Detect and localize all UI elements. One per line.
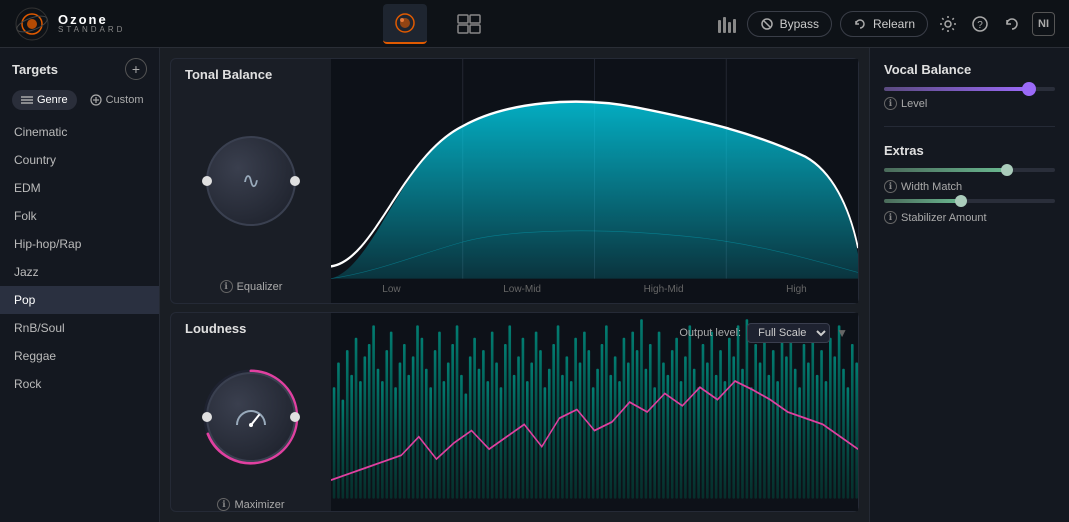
sidebar-item-edm[interactable]: EDM <box>0 174 159 202</box>
tab-custom[interactable]: Custom <box>81 90 153 110</box>
sidebar-item-cinematic[interactable]: Cinematic <box>0 118 159 146</box>
extras-title: Extras <box>884 143 1055 158</box>
bypass-button[interactable]: Bypass <box>747 11 832 37</box>
maximizer-info-icon[interactable]: ℹ <box>217 498 230 511</box>
equalizer-knob[interactable]: ∿ <box>206 136 296 226</box>
undo-icon[interactable] <box>1000 12 1024 36</box>
knob-dot-right <box>290 176 300 186</box>
ni-logo: NI <box>1032 12 1055 36</box>
sidebar-item-jazz[interactable]: Jazz <box>0 258 159 286</box>
section-divider <box>884 126 1055 127</box>
level-label: ℹ Level <box>884 97 1055 110</box>
topbar-right: Bypass Relearn ? <box>715 11 1069 37</box>
output-level-chevron: ▼ <box>836 326 848 340</box>
output-level-label: Output level: <box>679 327 741 339</box>
topbar-grid-btn[interactable] <box>447 4 491 44</box>
maximizer-dot-right <box>290 412 300 422</box>
knob-symbol: ∿ <box>242 168 260 194</box>
sidebar-item-hiphop[interactable]: Hip-hop/Rap <box>0 230 159 258</box>
stabilizer-thumb[interactable] <box>955 195 967 207</box>
main-layout: Targets + Genre Custom <box>0 48 1069 522</box>
settings-icon[interactable] <box>936 12 960 36</box>
equalizer-info-icon[interactable]: ℹ <box>220 280 233 293</box>
svg-text:?: ? <box>977 20 983 31</box>
tonal-chart-area: Low Low-Mid High-Mid High <box>331 59 858 303</box>
sidebar-item-country[interactable]: Country <box>0 146 159 174</box>
maximizer-knob[interactable] <box>206 372 296 462</box>
sidebar-list: Cinematic Country EDM Folk Hip-hop/Rap J… <box>0 118 159 522</box>
speedometer-icon <box>233 403 269 431</box>
meter-icon[interactable] <box>715 12 739 36</box>
sidebar-item-reggae[interactable]: Reggae <box>0 342 159 370</box>
loudness-chart-area: Output level: Full Scale -1 dBFS -2 dBFS… <box>331 313 858 511</box>
topbar-orb-btn[interactable] <box>383 4 427 44</box>
stabilizer-track[interactable] <box>884 199 1055 203</box>
sidebar-item-folk[interactable]: Folk <box>0 202 159 230</box>
tonal-title: Tonal Balance <box>171 59 272 82</box>
topbar: Ozone STANDARD <box>0 0 1069 48</box>
tab-genre[interactable]: Genre <box>12 90 77 110</box>
right-panel: Vocal Balance ℹ Level Extras <box>869 48 1069 522</box>
stabilizer-info-icon[interactable]: ℹ <box>884 211 897 224</box>
sidebar-header: Targets + <box>0 48 159 86</box>
level-slider-track[interactable] <box>884 87 1055 91</box>
logo-area: Ozone STANDARD <box>0 6 160 42</box>
maximizer-dot-left <box>202 412 212 422</box>
extras-section: Extras ℹ Width Match ℹ Stabilizer Amou <box>884 143 1055 230</box>
tonal-balance-panel: Tonal Balance ∿ ℹ Equalizer <box>170 58 859 304</box>
maximizer-label: ℹ Maximizer <box>217 498 284 511</box>
orb-icon <box>393 11 417 35</box>
help-icon[interactable]: ? <box>968 12 992 36</box>
sidebar-item-rnbsoul[interactable]: RnB/Soul <box>0 314 159 342</box>
loudness-knob-area: Loudness <box>171 313 331 511</box>
tonal-freq-labels: Low Low-Mid High-Mid High <box>331 284 858 295</box>
tonal-knob-area: Tonal Balance ∿ ℹ Equalizer <box>171 59 331 303</box>
width-match-info-icon[interactable]: ℹ <box>884 180 897 193</box>
vocal-balance-section: Vocal Balance ℹ Level <box>884 62 1055 110</box>
output-level-select[interactable]: Full Scale -1 dBFS -2 dBFS -3 dBFS <box>747 323 830 343</box>
stabilizer-label: ℹ Stabilizer Amount <box>884 211 1055 224</box>
level-slider-container <box>884 87 1055 91</box>
width-match-track[interactable] <box>884 168 1055 172</box>
sidebar-item-rock[interactable]: Rock <box>0 370 159 398</box>
width-match-thumb[interactable] <box>1001 164 1013 176</box>
logo-standard: STANDARD <box>58 26 125 34</box>
list-icon <box>21 95 33 105</box>
bypass-icon <box>760 17 774 31</box>
level-info-icon[interactable]: ℹ <box>884 97 897 110</box>
level-slider-thumb[interactable] <box>1022 82 1036 96</box>
sidebar-tabs: Genre Custom <box>0 86 159 118</box>
add-target-button[interactable]: + <box>125 58 147 80</box>
width-match-slider-row: ℹ Width Match <box>884 168 1055 193</box>
topbar-center <box>160 4 715 44</box>
width-match-label: ℹ Width Match <box>884 180 1055 193</box>
output-level-row: Output level: Full Scale -1 dBFS -2 dBFS… <box>679 323 848 343</box>
add-circle-icon <box>90 94 102 106</box>
equalizer-label: ℹ Equalizer <box>220 280 283 293</box>
grid-icon <box>457 14 481 34</box>
stabilizer-slider-row: ℹ Stabilizer Amount <box>884 199 1055 224</box>
sidebar: Targets + Genre Custom <box>0 48 160 522</box>
loudness-panel: Loudness <box>170 312 859 512</box>
tonal-curve-svg <box>331 59 858 303</box>
relearn-icon <box>853 17 867 31</box>
sidebar-title: Targets <box>12 62 58 77</box>
sidebar-item-pop[interactable]: Pop <box>0 286 159 314</box>
loudness-title: Loudness <box>171 313 246 336</box>
content-area: Tonal Balance ∿ ℹ Equalizer <box>160 48 869 522</box>
logo-text: Ozone STANDARD <box>58 13 125 34</box>
vocal-balance-title: Vocal Balance <box>884 62 1055 77</box>
ozone-logo-icon <box>14 6 50 42</box>
knob-dot-left <box>202 176 212 186</box>
relearn-button[interactable]: Relearn <box>840 11 928 37</box>
